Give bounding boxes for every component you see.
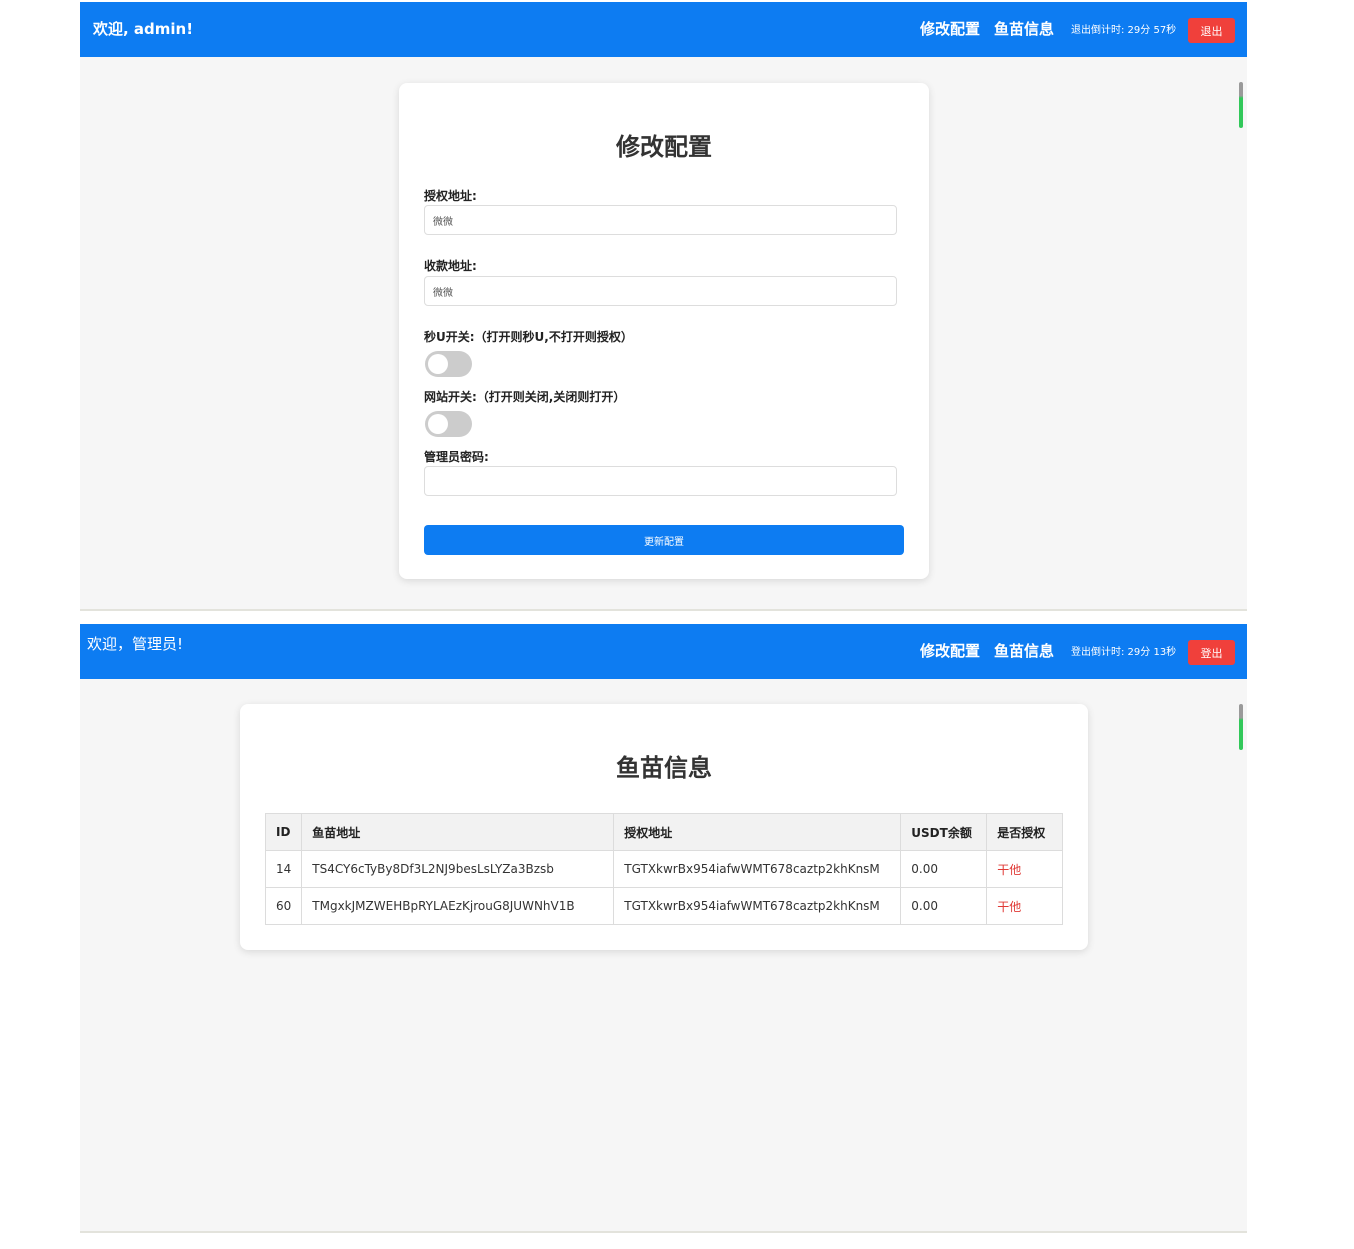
col-usdt-balance: USDT余额	[900, 813, 988, 851]
auth-address-label: 授权地址:	[424, 189, 477, 203]
secu-toggle[interactable]	[425, 351, 472, 377]
fish-info-card: 鱼苗信息 ID 鱼苗地址 授权地址 USDT余额 是否授权 14 TS4CY6c…	[240, 704, 1088, 950]
nav-edit-config[interactable]: 修改配置	[920, 640, 980, 661]
update-config-button[interactable]: 更新配置	[424, 525, 904, 555]
top-header: 欢迎，管理员! 修改配置 鱼苗信息 登出倒计时: 29分 13秒 登出	[80, 624, 1247, 679]
nav-fish-info[interactable]: 鱼苗信息	[994, 640, 1054, 661]
config-screen: 欢迎, admin! 修改配置 鱼苗信息 退出倒计时: 29分 57秒 退出 修…	[80, 2, 1247, 611]
nav-fish-info[interactable]: 鱼苗信息	[994, 18, 1054, 39]
scroll-indicator[interactable]	[1239, 704, 1243, 750]
nav-edit-config[interactable]: 修改配置	[920, 18, 980, 39]
page-title: 鱼苗信息	[616, 754, 712, 782]
table-row: 14 TS4CY6cTyBy8Df3L2NJ9besLsLYZa3Bzsb TG…	[264, 850, 1063, 888]
logout-button[interactable]: 登出	[1188, 640, 1235, 665]
toggle-knob	[428, 354, 448, 374]
pay-address-label: 收款地址:	[424, 259, 477, 273]
admin-password-label: 管理员密码:	[424, 450, 489, 464]
cell-id: 60	[264, 887, 303, 925]
admin-password-input[interactable]	[424, 466, 897, 496]
cell-authorized-action[interactable]: 干他	[986, 887, 1063, 925]
logout-countdown: 退出倒计时: 29分 57秒	[1071, 25, 1177, 36]
logout-button[interactable]: 退出	[1188, 18, 1235, 43]
fish-info-screen: 欢迎，管理员! 修改配置 鱼苗信息 登出倒计时: 29分 13秒 登出 鱼苗信息…	[80, 624, 1247, 1233]
top-header: 欢迎, admin! 修改配置 鱼苗信息 退出倒计时: 29分 57秒 退出	[80, 2, 1247, 57]
col-authorized: 是否授权	[986, 813, 1063, 851]
welcome-text: 欢迎, admin!	[93, 20, 194, 38]
cell-id: 14	[264, 850, 303, 888]
secu-switch-label: 秒U开关:（打开则秒U,不打开则授权）	[424, 330, 633, 344]
table-row: 60 TMgxkJMZWEHBpRYLAEzKjrouG8JUWNhV1B TG…	[264, 887, 1063, 925]
cell-usdt-balance: 0.00	[900, 850, 988, 888]
col-id: ID	[264, 813, 303, 851]
welcome-text: 欢迎，管理员!	[87, 635, 184, 653]
col-auth-address: 授权地址	[613, 813, 902, 851]
cell-fish-address: TS4CY6cTyBy8Df3L2NJ9besLsLYZa3Bzsb	[301, 850, 615, 888]
pay-address-input[interactable]	[424, 276, 897, 306]
cell-authorized-action[interactable]: 干他	[986, 850, 1063, 888]
cell-auth-address: TGTXkwrBx954iafwWMT678caztp2khKnsM	[613, 887, 902, 925]
site-switch-label: 网站开关:（打开则关闭,关闭则打开）	[424, 390, 626, 404]
cell-auth-address: TGTXkwrBx954iafwWMT678caztp2khKnsM	[613, 850, 902, 888]
cell-fish-address: TMgxkJMZWEHBpRYLAEzKjrouG8JUWNhV1B	[301, 887, 615, 925]
page-title: 修改配置	[616, 133, 712, 161]
table-header-row: ID 鱼苗地址 授权地址 USDT余额 是否授权	[264, 813, 1063, 851]
cell-usdt-balance: 0.00	[900, 887, 988, 925]
auth-address-input[interactable]	[424, 205, 897, 235]
logout-countdown: 登出倒计时: 29分 13秒	[1071, 647, 1177, 658]
site-toggle[interactable]	[425, 411, 472, 437]
col-fish-address: 鱼苗地址	[301, 813, 615, 851]
fish-table: ID 鱼苗地址 授权地址 USDT余额 是否授权 14 TS4CY6cTyBy8…	[264, 813, 1063, 925]
toggle-knob	[428, 414, 448, 434]
scroll-indicator[interactable]	[1239, 82, 1243, 128]
config-card: 修改配置 授权地址: 收款地址: 秒U开关:（打开则秒U,不打开则授权） 网站开…	[399, 83, 929, 579]
